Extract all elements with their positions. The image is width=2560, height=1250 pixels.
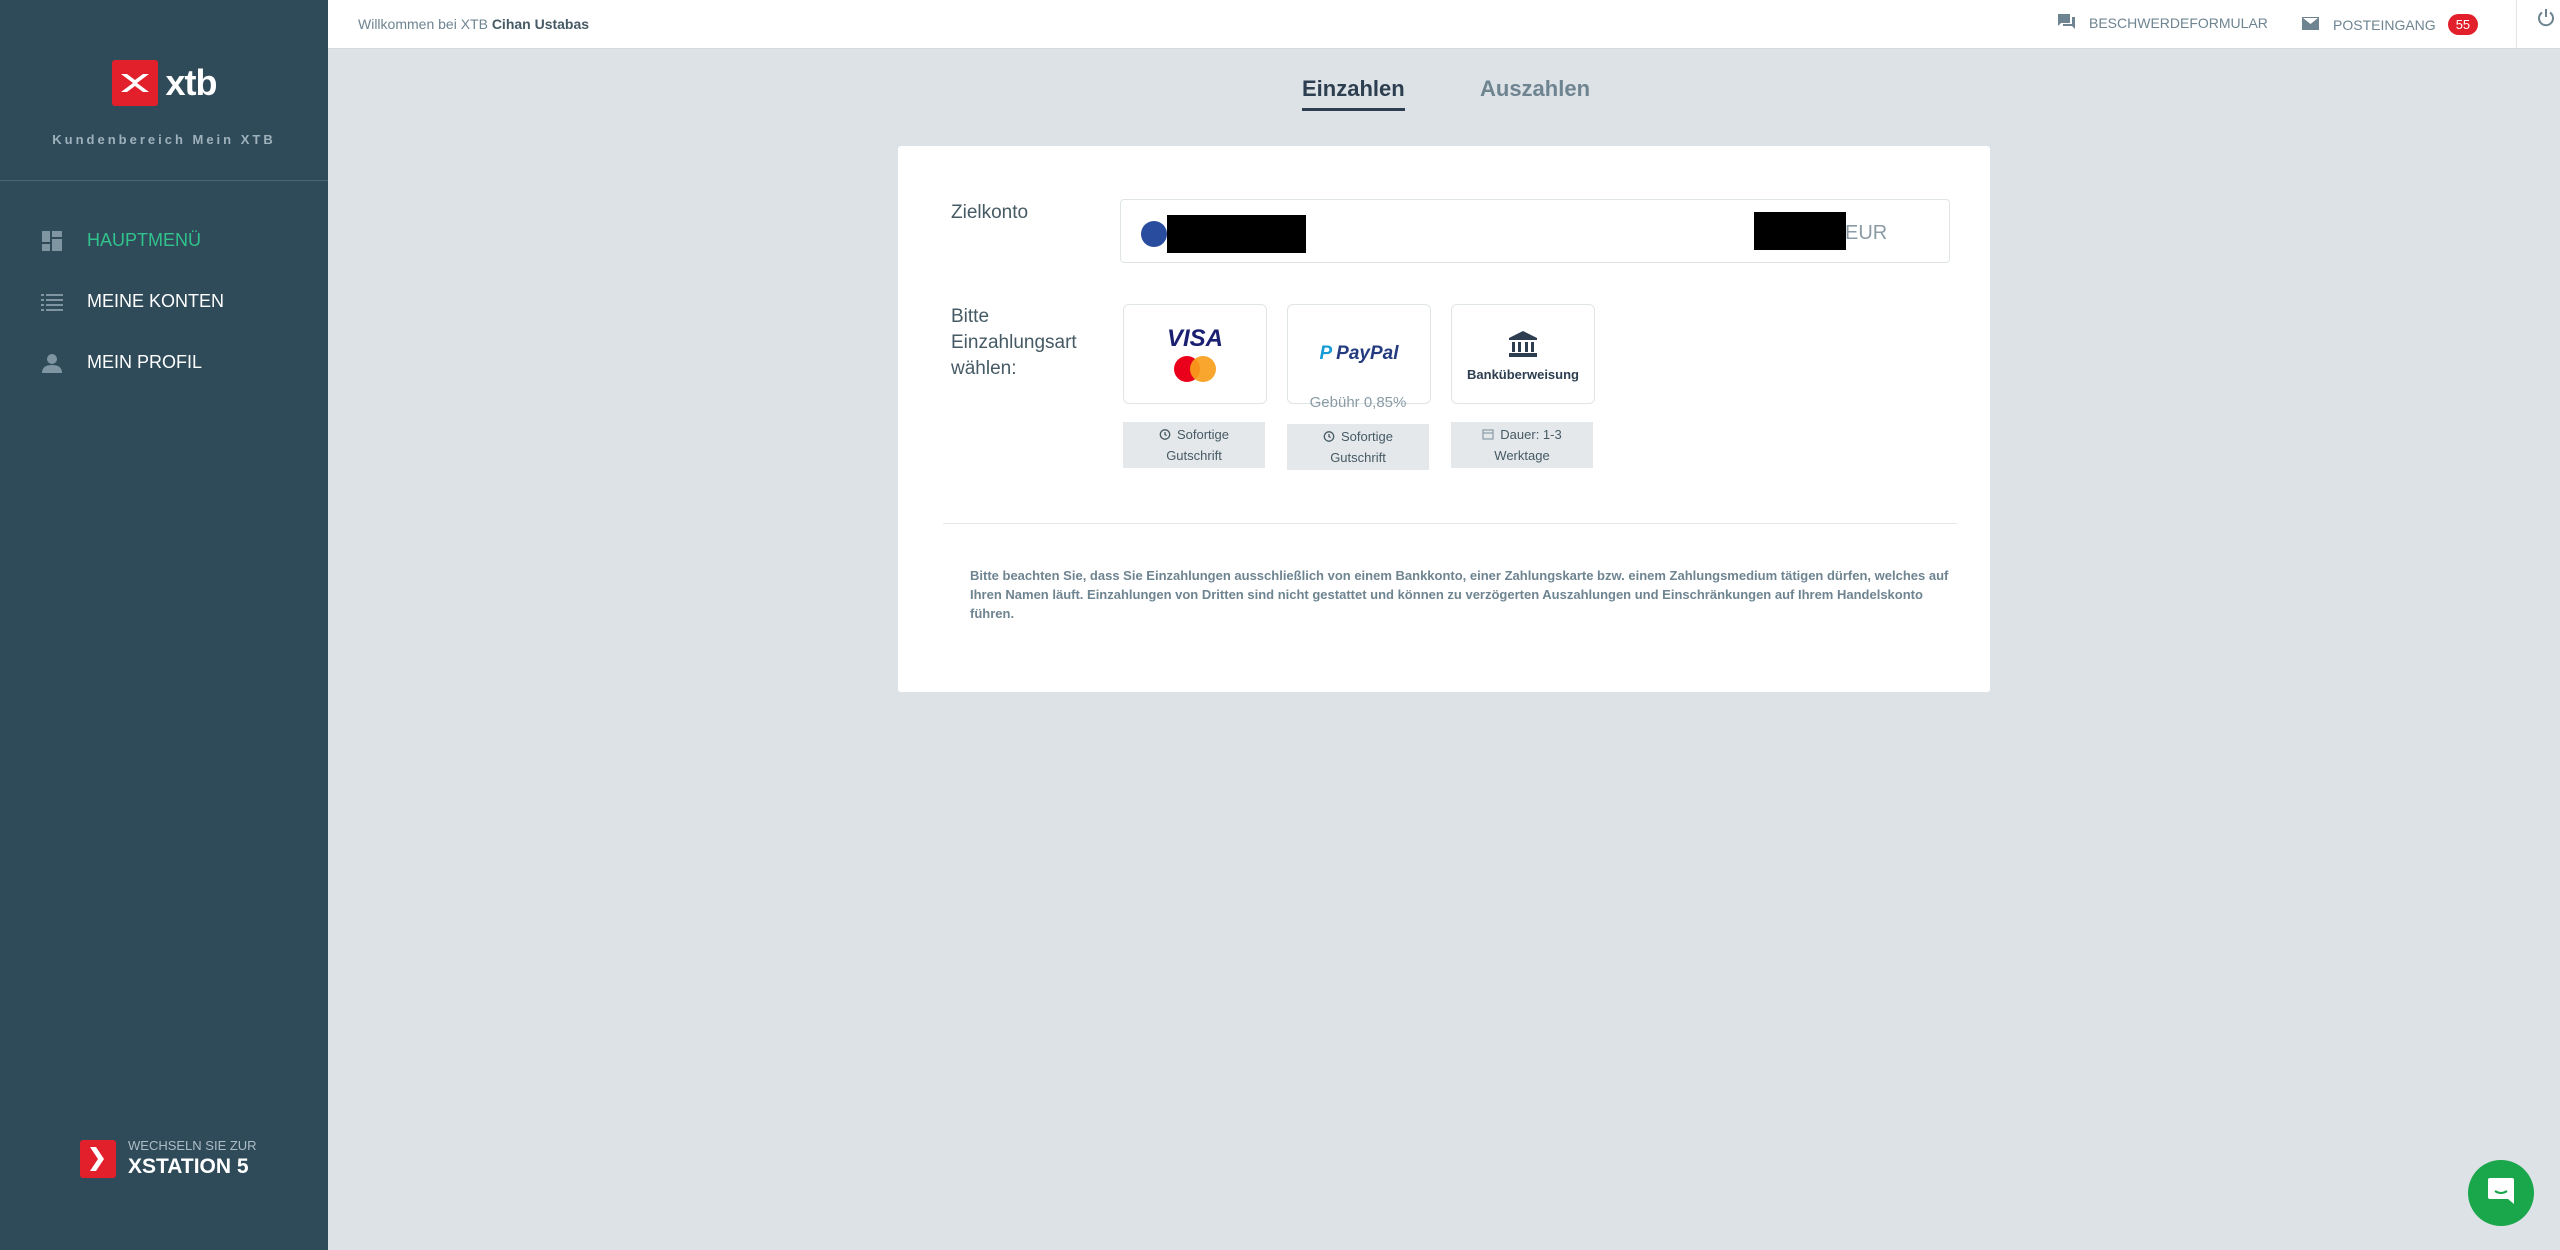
paypal-logo-text: PayPal <box>1336 343 1399 364</box>
method-info-bank: Dauer: 1-3 Werktage <box>1451 422 1593 468</box>
sidebar-item-label: HAUPTMENÜ <box>87 230 202 250</box>
sidebar: xtb Kundenbereich Mein XTB HAUPTMENÜ MEI… <box>0 0 328 1250</box>
method-info-line: Werktage <box>1494 448 1550 463</box>
sidebar-item-mein-profil[interactable]: MEIN PROFIL <box>0 332 328 393</box>
payment-method-label-line: Bitte <box>951 306 990 327</box>
tab-einzahlen[interactable]: Einzahlen <box>1302 76 1405 111</box>
target-account-select[interactable]: EUR <box>1120 199 1950 263</box>
method-info-visa: Sofortige Gutschrift <box>1123 422 1265 468</box>
inbox-count-badge: 55 <box>2447 14 2479 35</box>
mastercard-logo-icon <box>1171 355 1219 388</box>
sidebar-item-label: MEIN PROFIL <box>87 352 203 372</box>
card-divider <box>943 523 1957 524</box>
inbox-link[interactable]: POSTEINGANG 55 <box>2302 14 2479 35</box>
redacted-balance <box>1754 212 1846 250</box>
xstation-icon <box>80 1139 116 1178</box>
third-party-deposit-notice: Bitte beachten Sie, dass Sie Einzahlunge… <box>970 568 1949 621</box>
bank-building-icon <box>1509 331 1537 362</box>
sidebar-item-hauptmenu[interactable]: HAUPTMENÜ <box>0 210 328 271</box>
method-info-paypal: Sofortige Gutschrift <box>1287 424 1429 470</box>
method-card-bank-transfer[interactable]: Banküberweisung <box>1451 304 1595 404</box>
xstation-small-label: WECHSELN SIE ZUR <box>128 1138 257 1153</box>
topbar-divider <box>2516 0 2517 48</box>
method-info-line: Gutschrift <box>1166 448 1222 463</box>
deposit-card: Zielkonto EUR Bitte Einzahlungsart wähle… <box>898 146 1990 692</box>
method-info-line: Dauer: 1-3 <box>1500 427 1562 442</box>
chat-icon <box>2486 1176 2516 1211</box>
logout-power-icon[interactable] <box>2536 8 2556 33</box>
calendar-icon <box>1482 425 1494 440</box>
portal-subtitle: Kundenbereich Mein XTB <box>52 132 276 147</box>
payment-method-label: Bitte Einzahlungsart wählen: <box>951 304 1077 382</box>
eu-flag-icon <box>1141 221 1167 247</box>
clock-icon <box>1323 427 1335 442</box>
sidebar-nav: HAUPTMENÜ MEINE KONTEN MEIN PROFIL <box>0 210 328 393</box>
xstation-link[interactable]: WECHSELN SIE ZUR XSTATION 5 <box>80 1138 257 1179</box>
complaint-form-label: BESCHWERDEFORMULAR <box>2089 15 2268 31</box>
account-currency: EUR <box>1845 222 1888 244</box>
sidebar-item-label: MEINE KONTEN <box>87 291 225 311</box>
visa-logo: VISA <box>1166 325 1223 352</box>
method-card-paypal[interactable]: P PayPal <box>1287 304 1431 404</box>
method-info-line: Sofortige <box>1340 429 1394 444</box>
mail-icon <box>2302 16 2319 33</box>
tab-auszahlen[interactable]: Auszahlen <box>1480 76 1590 108</box>
sidebar-item-meine-konten[interactable]: MEINE KONTEN <box>0 271 328 332</box>
xstation-big-label: XSTATION 5 <box>128 1155 249 1178</box>
clock-icon <box>1159 425 1171 440</box>
target-account-label: Zielkonto <box>951 202 1029 223</box>
complaint-form-link[interactable]: BESCHWERDEFORMULAR <box>2058 14 2268 32</box>
deposit-withdraw-tabs: Einzahlen Auszahlen <box>0 76 2560 116</box>
dashboard-icon <box>40 229 64 253</box>
sidebar-divider <box>0 180 328 181</box>
method-card-visa-mastercard[interactable]: VISA <box>1123 304 1267 404</box>
method-info-line: Gutschrift <box>1330 450 1386 465</box>
payment-method-label-line: wählen: <box>951 358 1017 379</box>
person-icon <box>40 351 64 375</box>
support-chat-button[interactable] <box>2468 1160 2534 1226</box>
inbox-label: POSTEINGANG <box>2333 16 2436 33</box>
user-name: Cihan Ustabas <box>491 16 590 32</box>
method-info-line: Sofortige <box>1176 427 1230 442</box>
top-bar: Willkommen bei XTB Cihan Ustabas BESCHWE… <box>328 0 2560 49</box>
chat-bubble-icon <box>2058 14 2075 32</box>
paypal-fee: Gebühr 0,85% <box>1309 394 1407 411</box>
redacted-account-number <box>1167 215 1306 253</box>
list-icon <box>40 290 64 314</box>
welcome-text: Willkommen bei XTB Cihan Ustabas <box>358 16 589 32</box>
bank-transfer-label: Banküberweisung <box>1467 367 1579 382</box>
paypal-logo: P PayPal <box>1288 343 1430 365</box>
welcome-prefix: Willkommen bei XTB <box>358 16 488 32</box>
payment-method-label-line: Einzahlungsart <box>951 332 1077 353</box>
paypal-p-icon: P <box>1319 343 1333 364</box>
